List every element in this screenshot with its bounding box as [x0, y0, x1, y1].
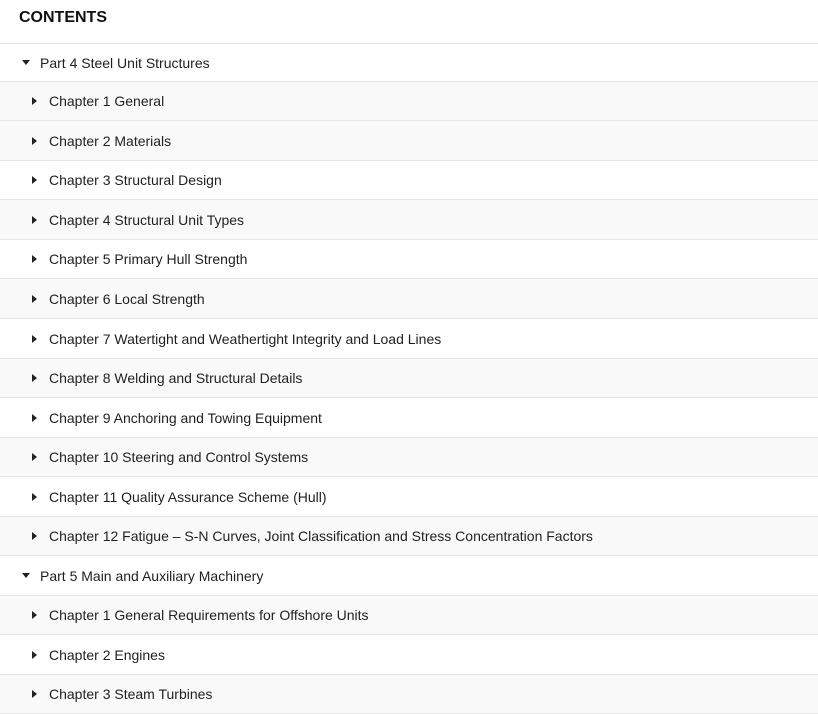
caret-right-icon	[32, 374, 37, 382]
caret-right-icon	[32, 294, 37, 303]
chapter-label: Chapter 1 General	[49, 93, 165, 109]
chapter-item[interactable]: Chapter 3 Steam Turbines	[0, 675, 818, 714]
chapter-item[interactable]: Chapter 2 Engines	[0, 635, 818, 675]
part-label: Part 4 Steel Unit Structures	[40, 54, 210, 71]
chapter-label: Chapter 7 Watertight and Weathertight In…	[49, 330, 442, 347]
caret-right-icon	[32, 611, 37, 619]
chapter-item[interactable]: Chapter 2 Materials	[0, 121, 818, 161]
caret-down-icon	[22, 60, 30, 65]
part-5-toggle[interactable]: Part 5 Main and Auxiliary Machinery	[0, 556, 818, 596]
chapter-label: Chapter 3 Structural Design	[49, 172, 222, 188]
contents-title: CONTENTS	[0, 0, 818, 44]
chapter-label: Chapter 6 Local Strength	[49, 290, 205, 307]
chapter-label: Chapter 5 Primary Hull Strength	[49, 251, 248, 267]
chapter-label: Chapter 11 Quality Assurance Scheme (Hul…	[49, 488, 327, 505]
chapter-item[interactable]: Chapter 1 General	[0, 82, 818, 121]
chapter-item[interactable]: Chapter 4 Structural Unit Types	[0, 200, 818, 240]
chapter-item[interactable]: Chapter 3 Structural Design	[0, 161, 818, 200]
chapter-label: Chapter 4 Structural Unit Types	[49, 211, 245, 228]
chapter-label: Chapter 10 Steering and Control Systems	[49, 449, 309, 465]
chapter-item[interactable]: Chapter 8 Welding and Structural Details	[0, 359, 818, 398]
chapter-label: Chapter 12 Fatigue – S-N Curves, Joint C…	[49, 528, 593, 544]
chapter-item[interactable]: Chapter 12 Fatigue – S-N Curves, Joint C…	[0, 517, 818, 556]
caret-right-icon	[32, 215, 37, 224]
caret-right-icon	[32, 255, 37, 263]
caret-right-icon	[32, 413, 37, 422]
caret-right-icon	[32, 176, 37, 184]
chapter-item[interactable]: Chapter 1 General Requirements for Offsh…	[0, 596, 818, 635]
caret-right-icon	[32, 532, 37, 540]
chapter-item[interactable]: Chapter 11 Quality Assurance Scheme (Hul…	[0, 477, 818, 517]
chapter-item[interactable]: Chapter 10 Steering and Control Systems	[0, 438, 818, 477]
contents-panel: CONTENTS Part 4 Steel Unit Structures Ch…	[0, 0, 818, 714]
caret-right-icon	[32, 97, 37, 105]
caret-right-icon	[32, 334, 37, 343]
chapter-label: Chapter 3 Steam Turbines	[49, 686, 213, 702]
part-label: Part 5 Main and Auxiliary Machinery	[40, 567, 264, 584]
chapter-label: Chapter 1 General Requirements for Offsh…	[49, 607, 369, 623]
caret-right-icon	[32, 650, 37, 659]
part-4-toggle[interactable]: Part 4 Steel Unit Structures	[0, 44, 818, 82]
caret-right-icon	[32, 453, 37, 461]
chapter-label: Chapter 8 Welding and Structural Details	[49, 370, 303, 386]
caret-down-icon	[22, 573, 30, 578]
chapter-item[interactable]: Chapter 5 Primary Hull Strength	[0, 240, 818, 279]
caret-right-icon	[32, 690, 37, 698]
chapter-label: Chapter 2 Engines	[49, 646, 165, 663]
caret-right-icon	[32, 136, 37, 145]
chapter-item[interactable]: Chapter 6 Local Strength	[0, 279, 818, 319]
chapter-label: Chapter 2 Materials	[49, 132, 172, 149]
chapter-item[interactable]: Chapter 7 Watertight and Weathertight In…	[0, 319, 818, 359]
caret-right-icon	[32, 492, 37, 501]
chapter-label: Chapter 9 Anchoring and Towing Equipment	[49, 409, 322, 426]
chapter-item[interactable]: Chapter 9 Anchoring and Towing Equipment	[0, 398, 818, 438]
